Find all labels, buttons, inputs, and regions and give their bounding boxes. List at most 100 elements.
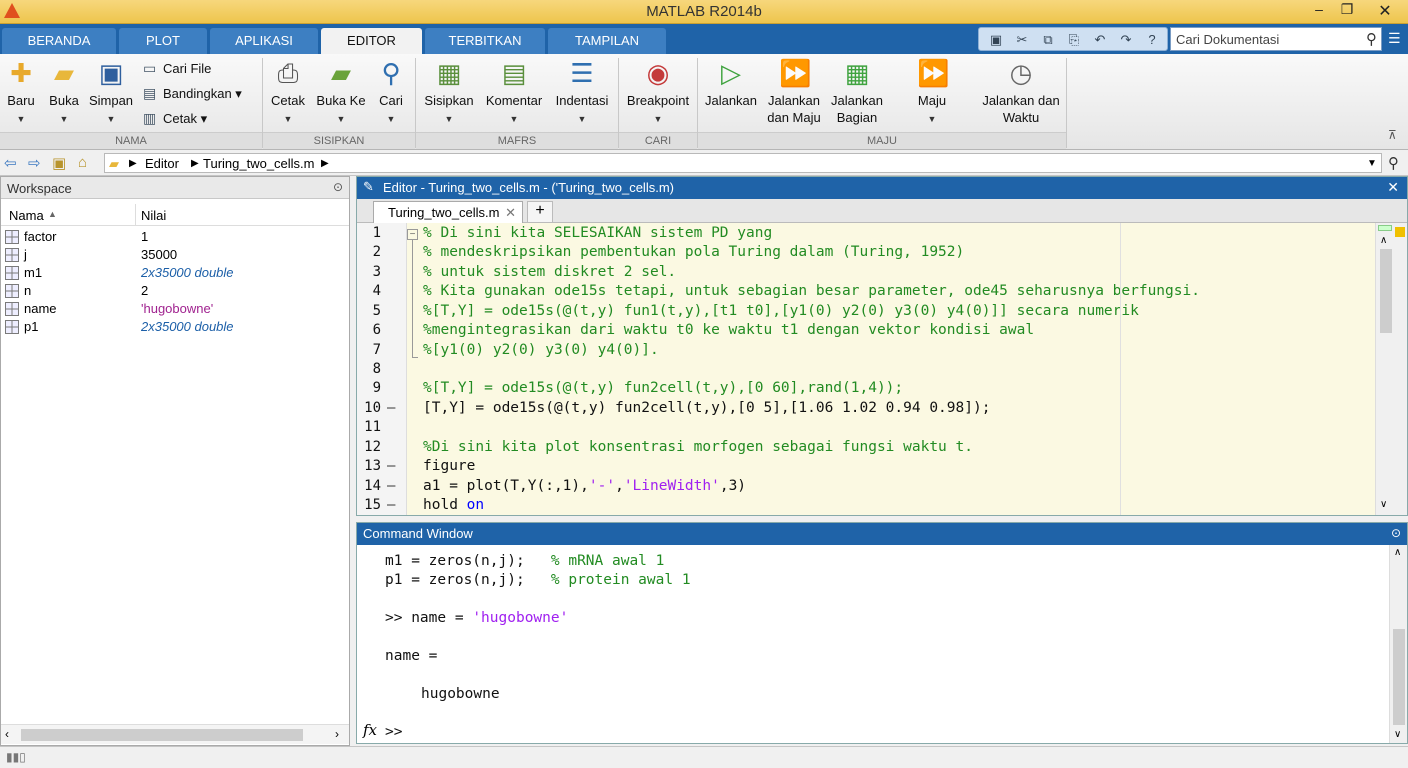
code-area[interactable]: − 1% Di sini kita SELESAIKAN sistem PD y… — [357, 223, 1375, 515]
fold-icon[interactable]: − — [407, 229, 418, 240]
column-name[interactable]: Nama — [9, 208, 44, 223]
breadcrumb-editor[interactable]: Editor — [145, 156, 179, 171]
minimize-button[interactable]: – — [1304, 1, 1334, 21]
fold-end — [412, 357, 418, 358]
collapse-ribbon-icon[interactable]: ⊼ — [1388, 128, 1397, 142]
run-time-button[interactable]: ◷ Jalankan dan Waktu — [978, 58, 1064, 126]
chevron-right-icon: ▶ — [191, 158, 199, 169]
tab-terbitkan[interactable]: TERBITKAN — [425, 28, 545, 54]
open-button[interactable]: ▰ Buka ▼ — [44, 58, 84, 128]
file-tab[interactable]: Turing_two_cells.m ✕ — [373, 201, 523, 223]
tab-beranda[interactable]: BERANDA — [2, 28, 116, 54]
run-icon: ▷ — [721, 58, 741, 88]
print-label: Cetak — [271, 93, 305, 108]
scroll-thumb[interactable] — [21, 729, 303, 741]
find-button[interactable]: ⚲ Cari ▼ — [372, 58, 410, 128]
indent-label: Indentasi — [555, 93, 609, 108]
save-icon[interactable]: ▣ — [987, 31, 1005, 49]
advance-button[interactable]: ⏩ Maju ▼ — [908, 58, 956, 128]
paste-icon[interactable]: ⎘ — [1065, 31, 1083, 49]
print-small-button[interactable]: ▥ Cetak ▾ — [143, 108, 207, 128]
run-advance-button[interactable]: ⏩ Jalankan dan Maju — [764, 58, 824, 126]
redo-icon[interactable]: ↷ — [1117, 31, 1135, 49]
scroll-down-icon[interactable]: ∨ — [1380, 499, 1387, 510]
new-tab-button[interactable]: + — [527, 201, 553, 223]
help-icon[interactable]: ? — [1143, 31, 1161, 49]
workspace-horizontal-scrollbar[interactable]: ‹ › — [1, 724, 349, 744]
workspace-row[interactable]: factor 1 — [1, 228, 349, 246]
scroll-down-icon[interactable]: ∨ — [1394, 729, 1401, 740]
run-section-icon: ▦ — [844, 58, 870, 88]
close-tab-icon[interactable]: ✕ — [505, 205, 516, 221]
scroll-right-icon[interactable]: › — [335, 727, 339, 741]
copy-icon[interactable]: ⧉ — [1039, 31, 1057, 49]
function-browser-icon[interactable]: fx — [363, 721, 377, 739]
back-icon[interactable]: ⇦ — [4, 154, 17, 172]
maximize-button[interactable]: ❐ — [1332, 1, 1362, 21]
comment-button[interactable]: ▤ Komentar ▼ — [482, 58, 546, 128]
toolstrip-menu-icon[interactable]: ☰ — [1388, 30, 1401, 47]
toolstrip-tabs: BERANDA PLOT APLIKASI EDITOR TERBITKAN T… — [0, 24, 1408, 54]
folder-up-icon[interactable]: ▣ — [52, 154, 66, 172]
code-line: % mendeskripsikan pembentukan pola Turin… — [423, 244, 965, 260]
comment-label: Komentar — [485, 93, 543, 108]
ribbon-separator — [1066, 58, 1067, 148]
analyzer-indicator[interactable] — [1378, 225, 1392, 231]
search-path-icon[interactable]: ⚲ — [1388, 154, 1399, 172]
browse-folder-icon[interactable]: ⌂ — [78, 154, 87, 171]
save-button[interactable]: ▣ Simpan ▼ — [88, 58, 134, 128]
scroll-up-icon[interactable]: ∧ — [1380, 235, 1387, 246]
workspace-row[interactable]: m1 2x35000 double — [1, 264, 349, 282]
compare-button[interactable]: ▤ Bandingkan ▾ — [143, 83, 242, 103]
chevron-down-icon[interactable]: ▼ — [1367, 158, 1377, 169]
workspace-row[interactable]: j 35000 — [1, 246, 349, 264]
tab-editor[interactable]: EDITOR — [321, 28, 422, 54]
panel-menu-icon[interactable]: ⊙ — [1391, 526, 1401, 540]
run-button[interactable]: ▷ Jalankan — [702, 58, 760, 109]
forward-icon[interactable]: ⇨ — [28, 154, 41, 172]
indent-button[interactable]: ☰ Indentasi ▼ — [552, 58, 612, 128]
command-scrollbar[interactable]: ∧ ∨ — [1389, 545, 1407, 743]
insert-button[interactable]: ▦ Sisipkan ▼ — [422, 58, 476, 128]
editor-scroll-thumb[interactable] — [1380, 249, 1392, 333]
workspace-row[interactable]: name 'hugobowne' — [1, 300, 349, 318]
column-value[interactable]: Nilai — [141, 208, 166, 223]
undo-icon[interactable]: ↶ — [1091, 31, 1109, 49]
goto-button[interactable]: ▰ Buka Ke ▼ — [314, 58, 368, 128]
breakpoint-icon: ◉ — [646, 58, 670, 88]
editor-scrollbar[interactable]: ∧ ∨ — [1375, 223, 1407, 515]
workspace-row[interactable]: n2 — [1, 282, 349, 300]
tab-tampilan[interactable]: TAMPILAN — [548, 28, 666, 54]
breadcrumb-file[interactable]: Turing_two_cells.m — [203, 156, 315, 171]
group-label-cari: CARI — [619, 132, 697, 149]
run-section-button[interactable]: ▦ Jalankan Bagian — [828, 58, 886, 126]
scroll-left-icon[interactable]: ‹ — [5, 727, 9, 741]
search-documentation-input[interactable]: Cari Dokumentasi ⚲ — [1170, 27, 1382, 51]
code-text: p1 = zeros(n,j); — [385, 572, 551, 588]
command-scroll-thumb[interactable] — [1393, 629, 1405, 725]
close-button[interactable]: ✕ — [1370, 1, 1400, 21]
tab-aplikasi[interactable]: APLIKASI — [210, 28, 318, 54]
workspace-title: Workspace — [7, 181, 72, 196]
variable-value: 2x35000 double — [141, 319, 234, 334]
tab-plot[interactable]: PLOT — [119, 28, 207, 54]
breakpoints-button[interactable]: ◉ Breakpoint ▼ — [624, 58, 692, 128]
warning-indicator[interactable] — [1395, 227, 1405, 237]
column-divider[interactable] — [135, 204, 136, 226]
workspace-row[interactable]: p1 2x35000 double — [1, 318, 349, 336]
print-button[interactable]: ⎙ Cetak ▼ — [268, 58, 308, 128]
find-files-icon: ▭ — [143, 60, 157, 76]
new-button[interactable]: ✚ Baru ▼ — [4, 58, 38, 128]
command-prompt[interactable]: >> — [385, 724, 402, 740]
cut-icon[interactable]: ✂ — [1013, 31, 1031, 49]
scroll-up-icon[interactable]: ∧ — [1394, 547, 1401, 558]
title-bar: MATLAB R2014b – ❐ ✕ — [0, 0, 1408, 24]
command-output-line: p1 = zeros(n,j); % protein awal 1 — [385, 572, 691, 588]
command-window[interactable]: Command Window ⊙ m1 = zeros(n,j); % mRNA… — [356, 522, 1408, 744]
variable-icon — [5, 230, 19, 244]
find-files-button[interactable]: ▭ Cari File — [143, 58, 211, 78]
close-editor-icon[interactable]: ✕ — [1387, 179, 1399, 196]
search-icon[interactable]: ⚲ — [1366, 30, 1377, 48]
path-field[interactable]: ▰ ▶ Editor ▶ Turing_two_cells.m ▶ ▼ — [104, 153, 1382, 173]
panel-menu-icon[interactable]: ⊙ — [333, 180, 343, 194]
